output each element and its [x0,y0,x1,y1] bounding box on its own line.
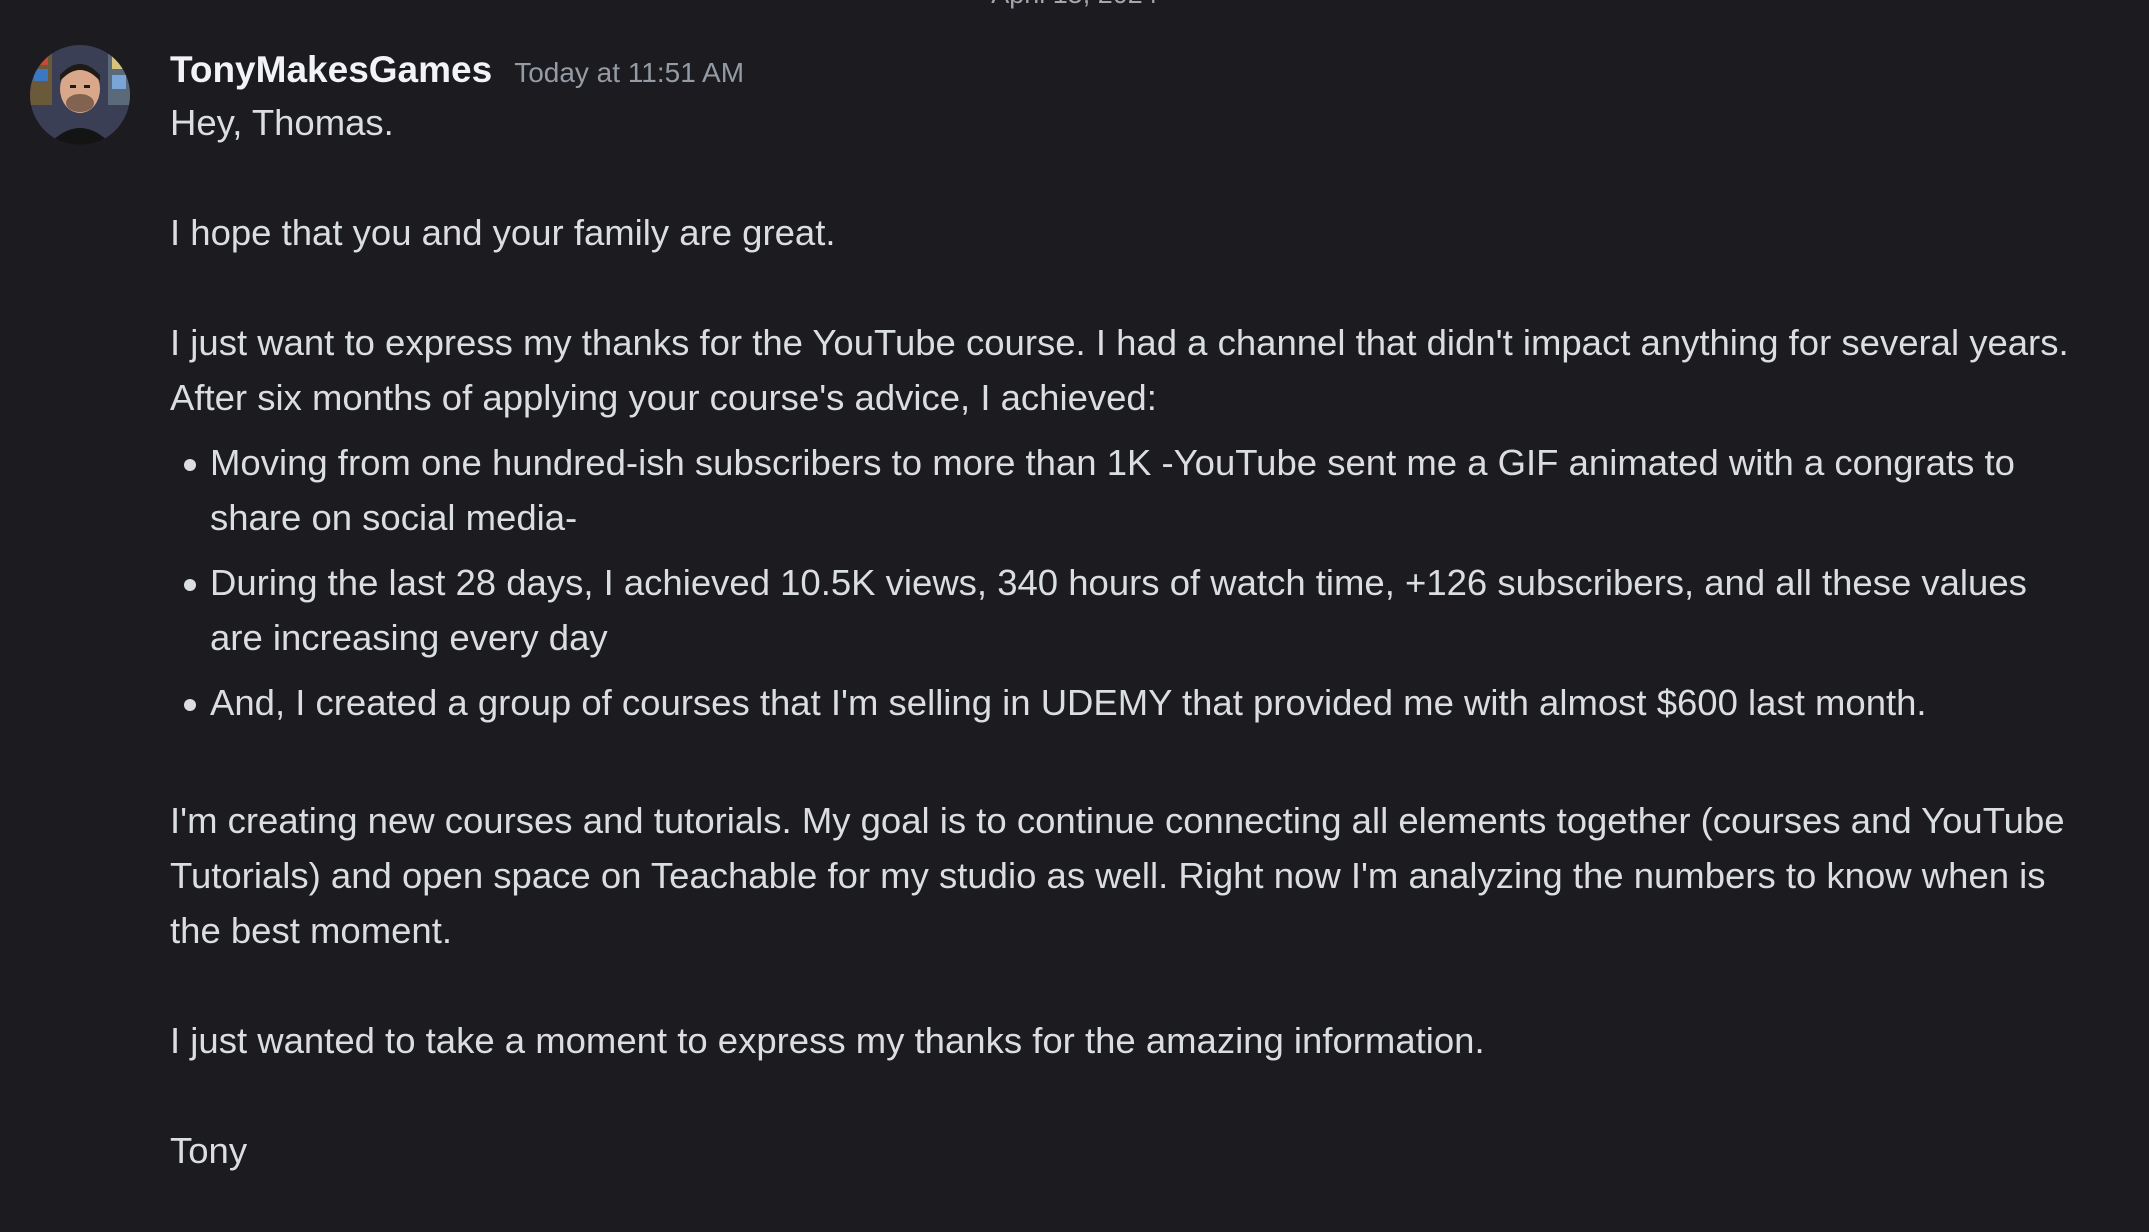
avatar-image [30,45,130,145]
message-body: Hey, Thomas. I hope that you and your fa… [170,95,2070,1178]
avatar[interactable] [30,45,130,145]
greeting-text: Hey, Thomas. [170,102,394,143]
username[interactable]: TonyMakesGames [170,45,492,95]
paragraph-1: I hope that you and your family are grea… [170,212,836,253]
paragraph-4: I just wanted to take a moment to expres… [170,1020,1485,1061]
paragraph-3: I'm creating new courses and tutorials. … [170,800,2065,951]
message-header: TonyMakesGames Today at 11:51 AM [170,45,2070,95]
timestamp: Today at 11:51 AM [514,57,745,88]
achievement-list: Moving from one hundred-ish subscribers … [170,435,2070,730]
paragraph-2: I just want to express my thanks for the… [170,322,2069,418]
chat-message: TonyMakesGames Today at 11:51 AM Hey, Th… [0,0,2149,1232]
list-item: During the last 28 days, I achieved 10.5… [184,555,2070,665]
list-item: And, I created a group of courses that I… [184,675,2070,730]
signature-text: Tony [170,1130,248,1171]
list-item: Moving from one hundred-ish subscribers … [184,435,2070,545]
message-content: TonyMakesGames Today at 11:51 AM Hey, Th… [170,45,2070,1178]
